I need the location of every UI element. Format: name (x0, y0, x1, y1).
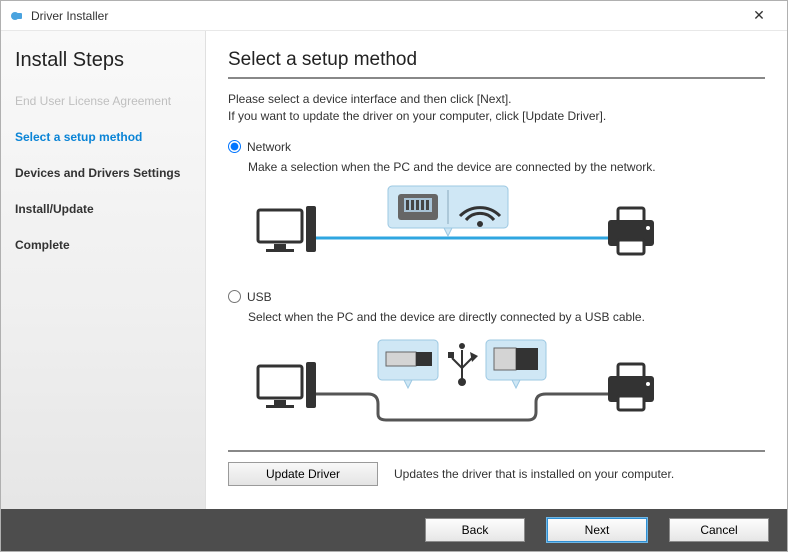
usb-desc: Select when the PC and the device are di… (248, 310, 765, 324)
close-icon[interactable]: ✕ (739, 7, 779, 24)
back-button[interactable]: Back (425, 518, 525, 542)
next-button[interactable]: Next (547, 518, 647, 542)
radio-row-usb[interactable]: USB (228, 290, 765, 304)
sidebar-heading: Install Steps (15, 49, 191, 72)
instruction-line-1: Please select a device interface and the… (228, 91, 765, 108)
footer: Back Next Cancel (1, 509, 787, 551)
radio-network-label: Network (247, 140, 291, 154)
cancel-button[interactable]: Cancel (669, 518, 769, 542)
usb-trident-icon (448, 343, 478, 386)
page-heading: Select a setup method (228, 49, 765, 71)
printer-icon (608, 208, 654, 254)
radio-network[interactable] (228, 140, 241, 153)
network-bubble (388, 186, 508, 236)
step-complete: Complete (15, 238, 191, 252)
window-title: Driver Installer (31, 9, 739, 23)
radio-usb-label: USB (247, 290, 272, 304)
radio-row-network[interactable]: Network (228, 140, 765, 154)
update-driver-desc: Updates the driver that is installed on … (394, 467, 674, 481)
heading-divider (228, 77, 765, 79)
step-install-update: Install/Update (15, 202, 191, 216)
app-icon (9, 8, 25, 24)
step-eula: End User License Agreement (15, 94, 191, 108)
step-devices-drivers: Devices and Drivers Settings (15, 166, 191, 180)
network-desc: Make a selection when the PC and the dev… (248, 160, 765, 174)
computer-icon (258, 206, 316, 252)
app-window: Driver Installer ✕ Install Steps End Use… (0, 0, 788, 552)
sidebar: Install Steps End User License Agreement… (1, 31, 206, 509)
usb-illustration (248, 332, 765, 432)
update-driver-button[interactable]: Update Driver (228, 462, 378, 486)
body: Install Steps End User License Agreement… (1, 31, 787, 509)
update-row: Update Driver Updates the driver that is… (228, 450, 765, 486)
instruction-line-2: If you want to update the driver on your… (228, 108, 765, 125)
titlebar: Driver Installer ✕ (1, 1, 787, 31)
network-illustration (248, 182, 765, 272)
main-panel: Select a setup method Please select a de… (206, 31, 787, 509)
instructions: Please select a device interface and the… (228, 91, 765, 126)
option-network: Network Make a selection when the PC and… (228, 140, 765, 272)
radio-usb[interactable] (228, 290, 241, 303)
option-usb: USB Select when the PC and the device ar… (228, 290, 765, 432)
step-setup-method: Select a setup method (15, 130, 191, 144)
